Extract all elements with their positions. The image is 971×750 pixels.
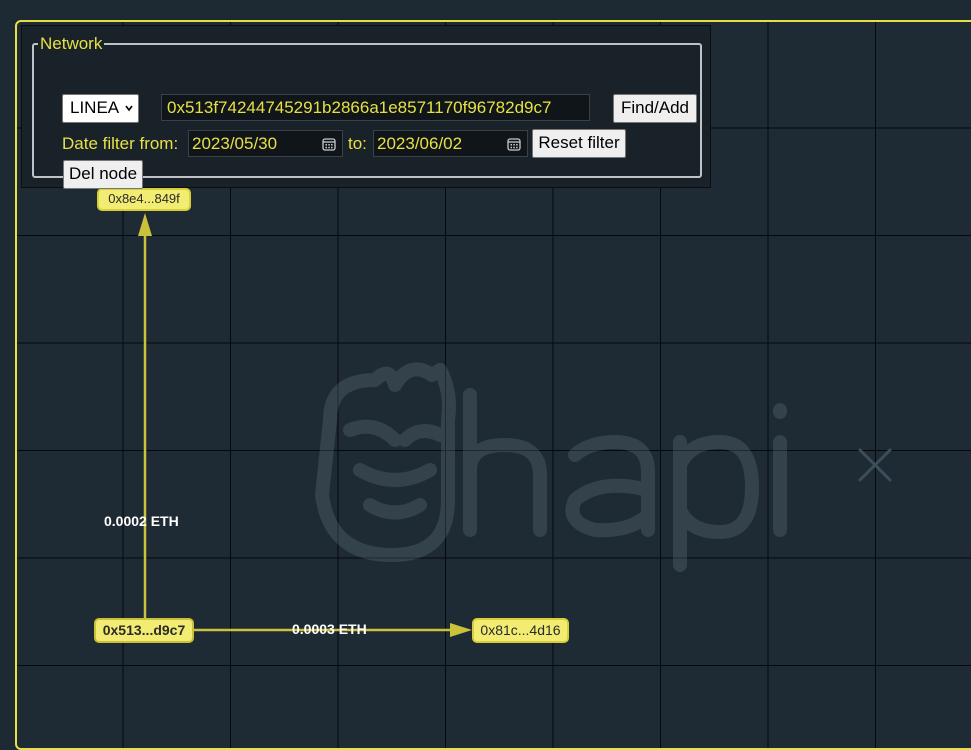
- arrowhead-icon: [450, 623, 472, 637]
- chevron-down-icon: [125, 105, 133, 112]
- network-fieldset: Network LINEA 0x513f74244745291b2866a1e8…: [32, 34, 702, 189]
- watermark-a: [565, 435, 655, 538]
- find-add-button[interactable]: Find/Add: [613, 94, 697, 123]
- close-icon: [858, 448, 892, 482]
- network-select-value: LINEA: [70, 98, 120, 117]
- watermark-p: [673, 435, 759, 572]
- calendar-icon[interactable]: [322, 137, 336, 151]
- calendar-icon[interactable]: [507, 137, 521, 151]
- address-input[interactable]: 0x513f74244745291b2866a1e8571170f96782d9…: [161, 94, 590, 121]
- date-from-input[interactable]: 2023/05/30: [188, 130, 343, 157]
- edge-n0-n1[interactable]: [138, 213, 152, 618]
- network-legend: Network: [40, 34, 103, 53]
- reset-filter-button[interactable]: Reset filter: [532, 129, 626, 158]
- date-filter-from-label: Date filter from:: [62, 134, 179, 153]
- graph-node[interactable]: 0x8e4...849f: [97, 188, 191, 211]
- date-from-value: 2023/05/30: [192, 134, 278, 153]
- watermark-mascot-icon: [315, 362, 456, 562]
- date-to-label: to:: [348, 134, 367, 153]
- date-to-input[interactable]: 2023/06/02: [373, 130, 528, 157]
- edge-label-n0-n2: 0.0003 ETH: [292, 621, 367, 637]
- graph-node-selected[interactable]: 0x513...d9c7: [94, 618, 194, 643]
- hapi-watermark: [315, 362, 787, 572]
- edge-label-n0-n1: 0.0002 ETH: [104, 513, 179, 529]
- watermark-h: [463, 388, 547, 537]
- graph-node[interactable]: 0x81c...4d16: [472, 618, 569, 643]
- network-select[interactable]: LINEA: [62, 94, 139, 123]
- arrowhead-icon: [138, 213, 152, 236]
- control-panel: Network LINEA 0x513f74244745291b2866a1e8…: [21, 25, 711, 189]
- del-node-button[interactable]: Del node: [63, 160, 143, 189]
- date-to-value: 2023/06/02: [377, 134, 463, 153]
